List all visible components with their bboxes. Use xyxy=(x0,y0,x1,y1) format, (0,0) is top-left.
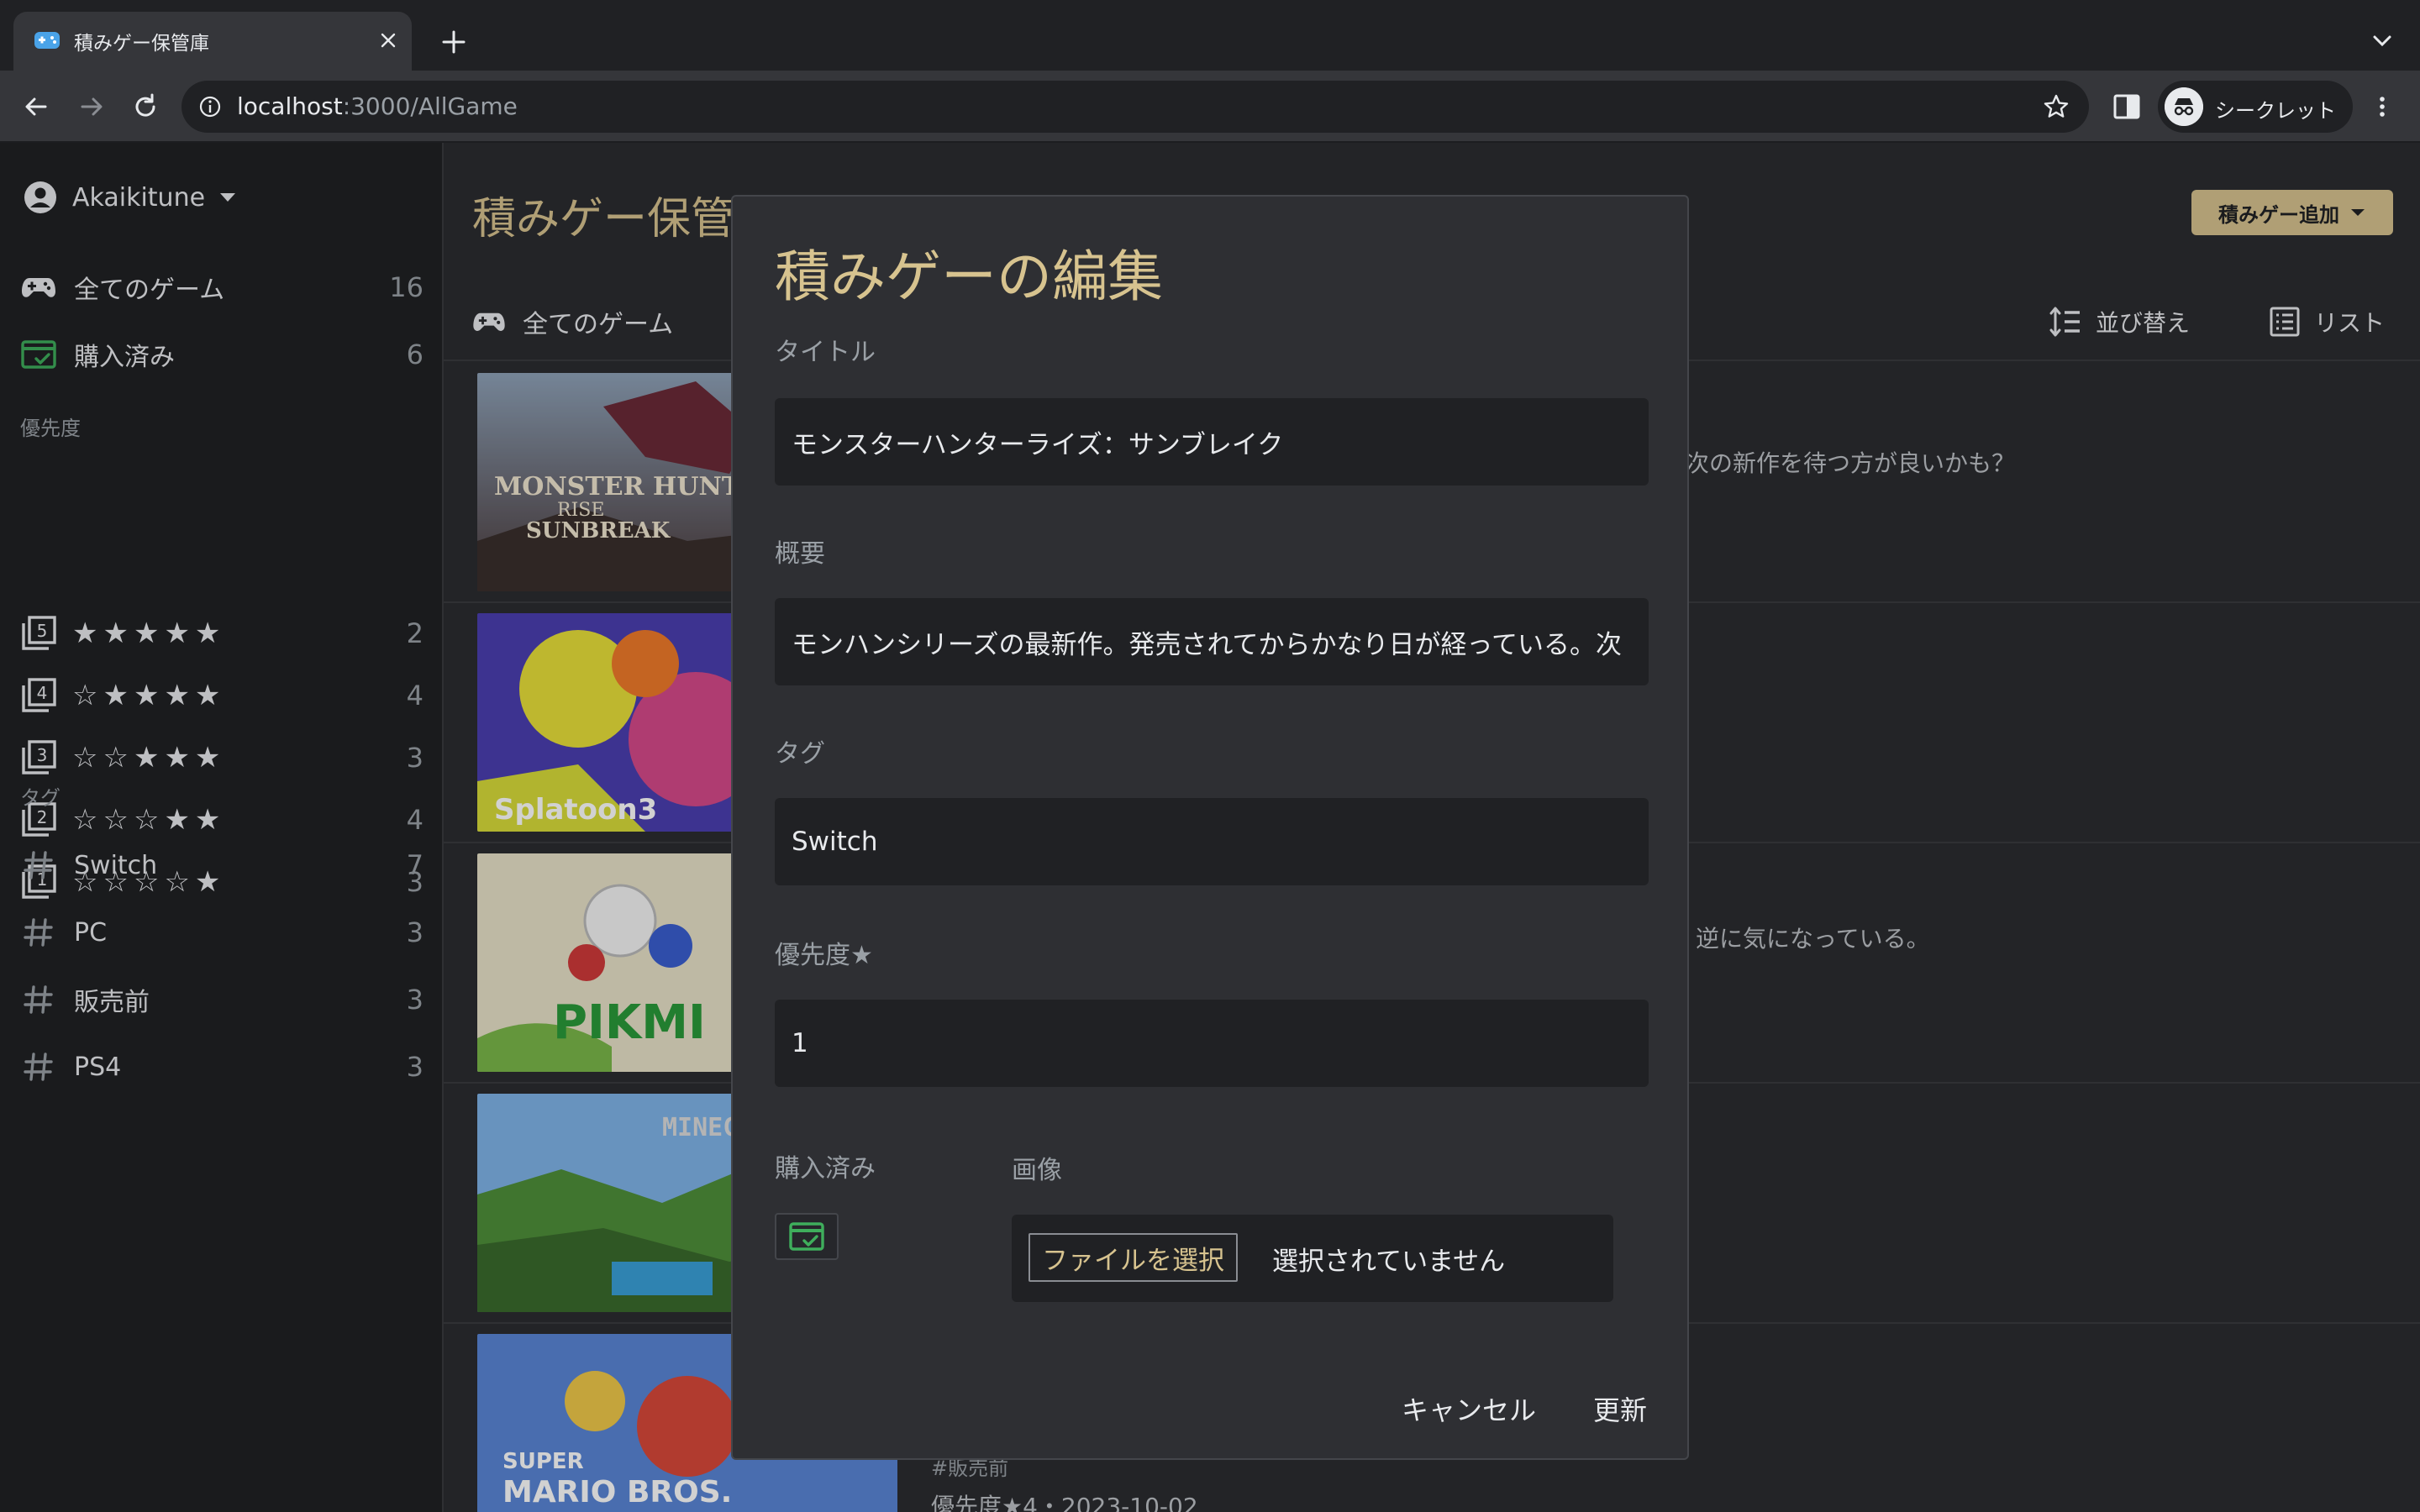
update-button[interactable]: 更新 xyxy=(1593,1389,1647,1428)
choose-file-button[interactable]: ファイルを選択 xyxy=(1028,1233,1238,1282)
incognito-label: シークレット xyxy=(2215,99,2336,123)
forward-button[interactable] xyxy=(72,87,111,126)
image-field-label: 画像 xyxy=(1012,1156,1062,1185)
gamepad-favicon-icon xyxy=(34,32,60,49)
reload-button[interactable] xyxy=(126,87,165,126)
url-host: localhost xyxy=(237,92,343,120)
arrow-right-icon xyxy=(81,97,103,116)
title-input-value: モンスターハンターライズ：サンブレイク xyxy=(792,429,1284,460)
chevron-down-icon[interactable] xyxy=(2368,29,2396,54)
file-status: 選択されていません xyxy=(1272,1247,1506,1277)
purchased-icon xyxy=(789,1222,824,1251)
priority-field-label: 優先度★ xyxy=(775,941,873,970)
purchased-toggle[interactable] xyxy=(775,1213,839,1260)
url-path: :3000/AllGame xyxy=(342,92,518,120)
edit-game-dialog: 積みゲーの編集 タイトル モンスターハンターライズ：サンブレイク 概要 モンハン… xyxy=(731,195,1689,1460)
dialog-title: 積みゲーの編集 xyxy=(775,244,1163,309)
back-button[interactable] xyxy=(17,87,55,126)
purchased-field-label: 購入済み xyxy=(775,1154,876,1184)
close-icon[interactable] xyxy=(375,27,402,54)
bookmark-star-icon[interactable] xyxy=(2042,92,2070,121)
cancel-button[interactable]: キャンセル xyxy=(1402,1389,1536,1428)
incognito-badge[interactable]: シークレット xyxy=(2158,81,2353,133)
url-text[interactable]: localhost:3000/AllGame xyxy=(237,92,518,120)
browser-tab[interactable]: 積みゲー保管庫 xyxy=(13,12,412,71)
reload-icon xyxy=(135,93,155,117)
title-field-label: タイトル xyxy=(775,338,876,367)
priority-input[interactable]: 1 xyxy=(775,1000,1649,1087)
image-file-input: ファイルを選択 選択されていません xyxy=(1012,1215,1613,1302)
summary-field-label: 概要 xyxy=(775,539,825,569)
tag-input[interactable]: Switch xyxy=(775,798,1649,885)
tab-title: 積みゲー保管庫 xyxy=(74,33,209,55)
info-icon[interactable] xyxy=(197,93,224,120)
choose-file-label: ファイルを選択 xyxy=(1042,1245,1224,1276)
more-vert-icon[interactable] xyxy=(2368,92,2396,121)
summary-input[interactable]: モンハンシリーズの最新作。発売されてからかなり日が経っている。次 xyxy=(775,598,1649,685)
title-input[interactable]: モンスターハンターライズ：サンブレイク xyxy=(775,398,1649,486)
tag-input-value: Switch xyxy=(792,827,878,857)
side-panel-icon[interactable] xyxy=(2111,91,2143,123)
arrow-left-icon xyxy=(25,97,47,116)
browser-toolbar: localhost:3000/AllGame シークレット xyxy=(0,71,2420,143)
address-bar[interactable]: localhost:3000/AllGame xyxy=(182,81,2089,133)
incognito-icon xyxy=(2165,87,2203,126)
new-tab-icon[interactable] xyxy=(437,25,471,59)
priority-input-value: 1 xyxy=(792,1028,808,1058)
summary-input-value: モンハンシリーズの最新作。発売されてからかなり日が経っている。次 xyxy=(792,629,1622,660)
tag-field-label: タグ xyxy=(775,739,825,769)
browser-tabstrip: 積みゲー保管庫 xyxy=(0,0,2420,71)
